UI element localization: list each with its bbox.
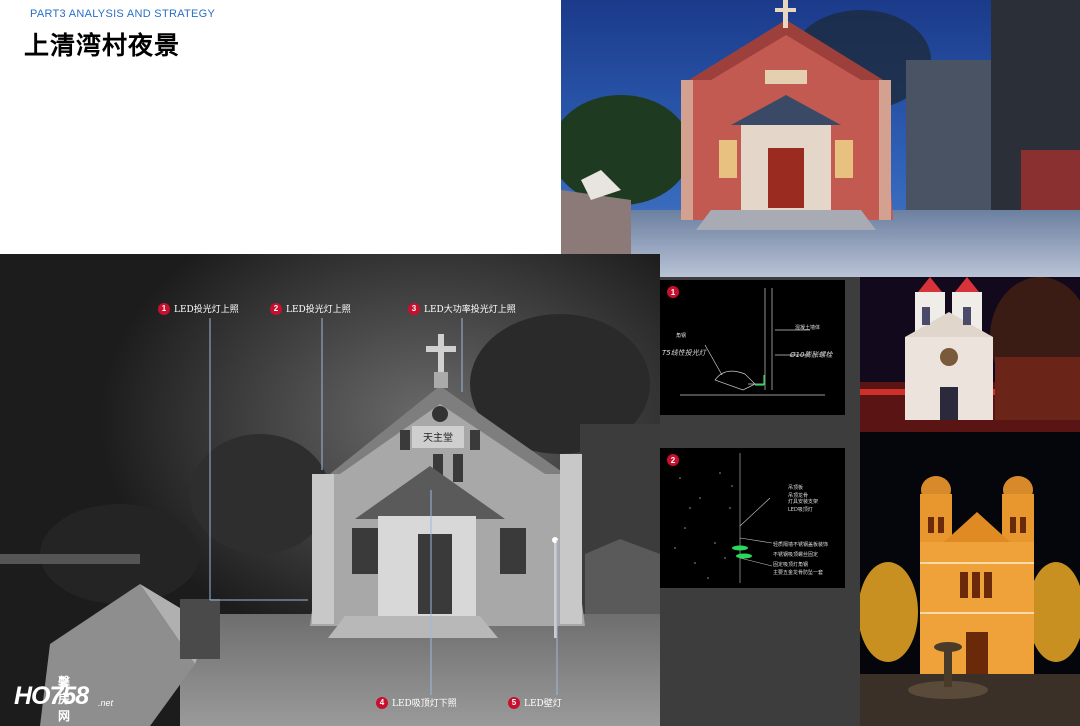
detail-label: 不锈钢吸顶螺丝固定 (773, 552, 819, 558)
callout-text: LED大功率投光灯上照 (424, 305, 516, 315)
twin-spire-church-photo (860, 277, 1080, 432)
detail-label: 角钢 (676, 333, 687, 339)
callout-text: LED吸顶灯下照 (392, 699, 457, 709)
detail-drawing-1: 1 角钢 T5线性投光灯 混凝土墙体 Ø10膨胀螺栓 (660, 280, 845, 415)
callout-number: 5 (508, 696, 520, 709)
detail-label: 轻质隔墙不锈钢盖板装饰 (773, 542, 829, 548)
detail-label: LED吸顶灯 (788, 507, 813, 513)
callout-number: 1 (158, 302, 170, 315)
callout-text: LED壁灯 (524, 699, 562, 709)
detail-label: 主要五金龙骨防坠一套 (773, 570, 824, 576)
callout-1: 1 LED投光灯上照 (158, 302, 239, 315)
callout-4: 4 LED吸顶灯下照 (376, 696, 457, 709)
callout-number: 3 (408, 302, 420, 315)
detail-label: 灯具安装支架 (788, 499, 819, 505)
detail-drawing-2: 2 吊顶板 吊顶龙骨 灯具安装支架 LED吸顶灯 轻质隔墙不锈钢盖板装饰 不锈钢… (660, 448, 845, 588)
detail-label: T5线性投光灯 (662, 349, 706, 357)
callout-5: 5 LED壁灯 (508, 696, 562, 709)
watermark-suffix: .net (98, 698, 114, 708)
callout-text: LED投光灯上照 (286, 305, 351, 315)
callout-2: 2 LED投光灯上照 (270, 302, 351, 315)
detail-2-linework (674, 453, 773, 583)
callout-text: LED投光灯上照 (174, 305, 239, 315)
detail-label: 吊顶板 (788, 485, 804, 491)
watermark-logo: HO758 (14, 682, 89, 710)
callout-number: 4 (376, 696, 388, 709)
callout-number: 2 (270, 302, 282, 315)
detail-label: 混凝土墙体 (795, 325, 821, 331)
detail-label: 固定吸顶灯角钢 (773, 562, 809, 568)
detail-label: Ø10膨胀螺栓 (790, 351, 833, 359)
orange-cathedral-photo (860, 432, 1080, 726)
callout-3: 3 LED大功率投光灯上照 (408, 302, 516, 315)
callout-leader-lines (209, 318, 558, 695)
